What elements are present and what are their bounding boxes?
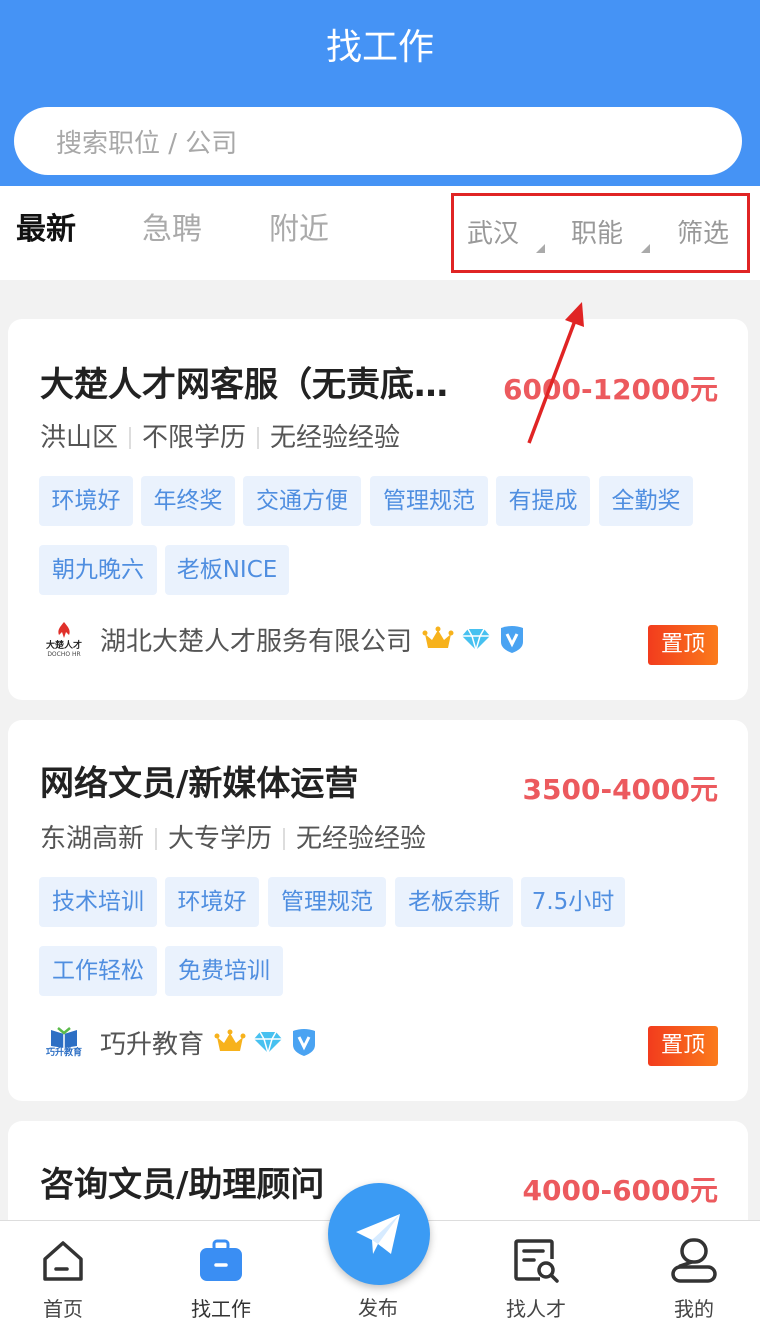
- job-experience: 无经验经验: [270, 423, 401, 453]
- publish-label: 发布: [358, 1296, 398, 1320]
- pinned-badge: 置顶: [648, 1026, 718, 1066]
- tab-latest[interactable]: 最新: [16, 208, 76, 252]
- job-education: 不限学历: [142, 423, 247, 453]
- logo-text: 大楚人才: [45, 640, 82, 651]
- search-placeholder: 搜索职位 / 公司: [56, 128, 238, 159]
- divider: [129, 427, 132, 449]
- company-name: 湖北大楚人才服务有限公司: [100, 626, 413, 657]
- job-title: 大楚人才网客服（无责底…: [40, 365, 448, 405]
- company-badges: [214, 1027, 318, 1057]
- job-tag: 环境好: [165, 877, 259, 927]
- search-input[interactable]: 搜索职位 / 公司: [14, 107, 742, 175]
- job-salary: 3500-4000元: [522, 773, 718, 806]
- nav-label: 找人才: [506, 1297, 566, 1321]
- paper-plane-icon: [356, 1214, 400, 1254]
- job-tag: 环境好: [39, 476, 133, 526]
- job-salary: 6000-12000元: [503, 373, 718, 406]
- crown-icon: [214, 1029, 246, 1051]
- job-salary: 4000-6000元: [522, 1174, 718, 1207]
- flame-logo-icon: [58, 621, 70, 638]
- job-tag: 老板NICE: [165, 545, 289, 595]
- job-tag: 老板奈斯: [395, 877, 513, 927]
- job-location: 东湖高新: [40, 824, 145, 854]
- annotation-highlight-box: [451, 193, 750, 273]
- job-location: 洪山区: [40, 423, 119, 453]
- job-experience: 无经验经验: [296, 824, 427, 854]
- crown-icon: [422, 626, 454, 648]
- job-title: 咨询文员/助理顾问: [40, 1165, 325, 1205]
- nav-label: 首页: [43, 1297, 83, 1321]
- nav-label: 找工作: [191, 1297, 251, 1321]
- job-card[interactable]: 大楚人才网客服（无责底… 6000-12000元 洪山区 不限学历 无经验经验 环境…: [8, 319, 748, 700]
- user-icon: [671, 1238, 717, 1283]
- job-tag: 7.5小时: [521, 877, 625, 927]
- nav-mine[interactable]: 我的: [634, 1221, 754, 1333]
- job-tag: 交通方便: [243, 476, 361, 526]
- verified-icon: [501, 626, 524, 653]
- pinned-badge: 置顶: [648, 625, 718, 665]
- book-logo-icon: [51, 1026, 77, 1048]
- diamond-icon: [462, 628, 491, 652]
- divider: [155, 828, 158, 850]
- job-tag: 管理规范: [370, 476, 488, 526]
- job-tag: 管理规范: [268, 877, 386, 927]
- briefcase-icon: [200, 1239, 242, 1281]
- job-card[interactable]: 网络文员/新媒体运营 3500-4000元 东湖高新 大专学历 无经验经验 技术培训…: [8, 720, 748, 1101]
- search-document-icon: [514, 1239, 559, 1283]
- tab-nearby[interactable]: 附近: [269, 208, 329, 252]
- company-badges: [422, 624, 526, 654]
- job-meta: 洪山区 不限学历 无经验经验: [40, 420, 400, 456]
- app-header: 找工作 搜索职位 / 公司: [0, 0, 760, 186]
- job-education: 大专学历: [168, 824, 273, 854]
- job-title: 网络文员/新媒体运营: [40, 764, 359, 804]
- logo-text: 巧升教育: [45, 1047, 82, 1058]
- nav-home[interactable]: 首页: [3, 1221, 123, 1333]
- job-tag: 全勤奖: [599, 476, 693, 526]
- job-tag: 免费培训: [165, 946, 283, 996]
- job-meta: 东湖高新 大专学历 无经验经验: [40, 821, 426, 857]
- job-tag: 有提成: [496, 476, 590, 526]
- verified-icon: [293, 1029, 316, 1056]
- page-title: 找工作: [325, 27, 434, 68]
- job-tag: 年终奖: [141, 476, 235, 526]
- job-tag: 技术培训: [39, 877, 157, 927]
- logo-subtext: DOCHO HR: [47, 650, 81, 658]
- tab-urgent[interactable]: 急聘: [142, 208, 202, 252]
- publish-button[interactable]: [328, 1183, 430, 1285]
- company-logo: 大楚人才 DOCHO HR: [40, 618, 88, 660]
- nav-label: 我的: [674, 1297, 714, 1321]
- job-tag: 工作轻松: [39, 946, 157, 996]
- job-tag: 朝九晚六: [39, 545, 157, 595]
- divider: [283, 828, 286, 850]
- company-row[interactable]: 巧升教育 巧升教育: [40, 1021, 318, 1063]
- nav-find-talent[interactable]: 找人才: [476, 1221, 596, 1333]
- divider: [257, 427, 260, 449]
- nav-find-job[interactable]: 找工作: [161, 1221, 281, 1333]
- company-logo: 巧升教育: [40, 1021, 88, 1063]
- diamond-icon: [254, 1031, 283, 1055]
- company-name: 巧升教育: [100, 1029, 205, 1060]
- company-row[interactable]: 大楚人才 DOCHO HR 湖北大楚人才服务有限公司: [40, 618, 526, 660]
- home-icon: [43, 1241, 83, 1281]
